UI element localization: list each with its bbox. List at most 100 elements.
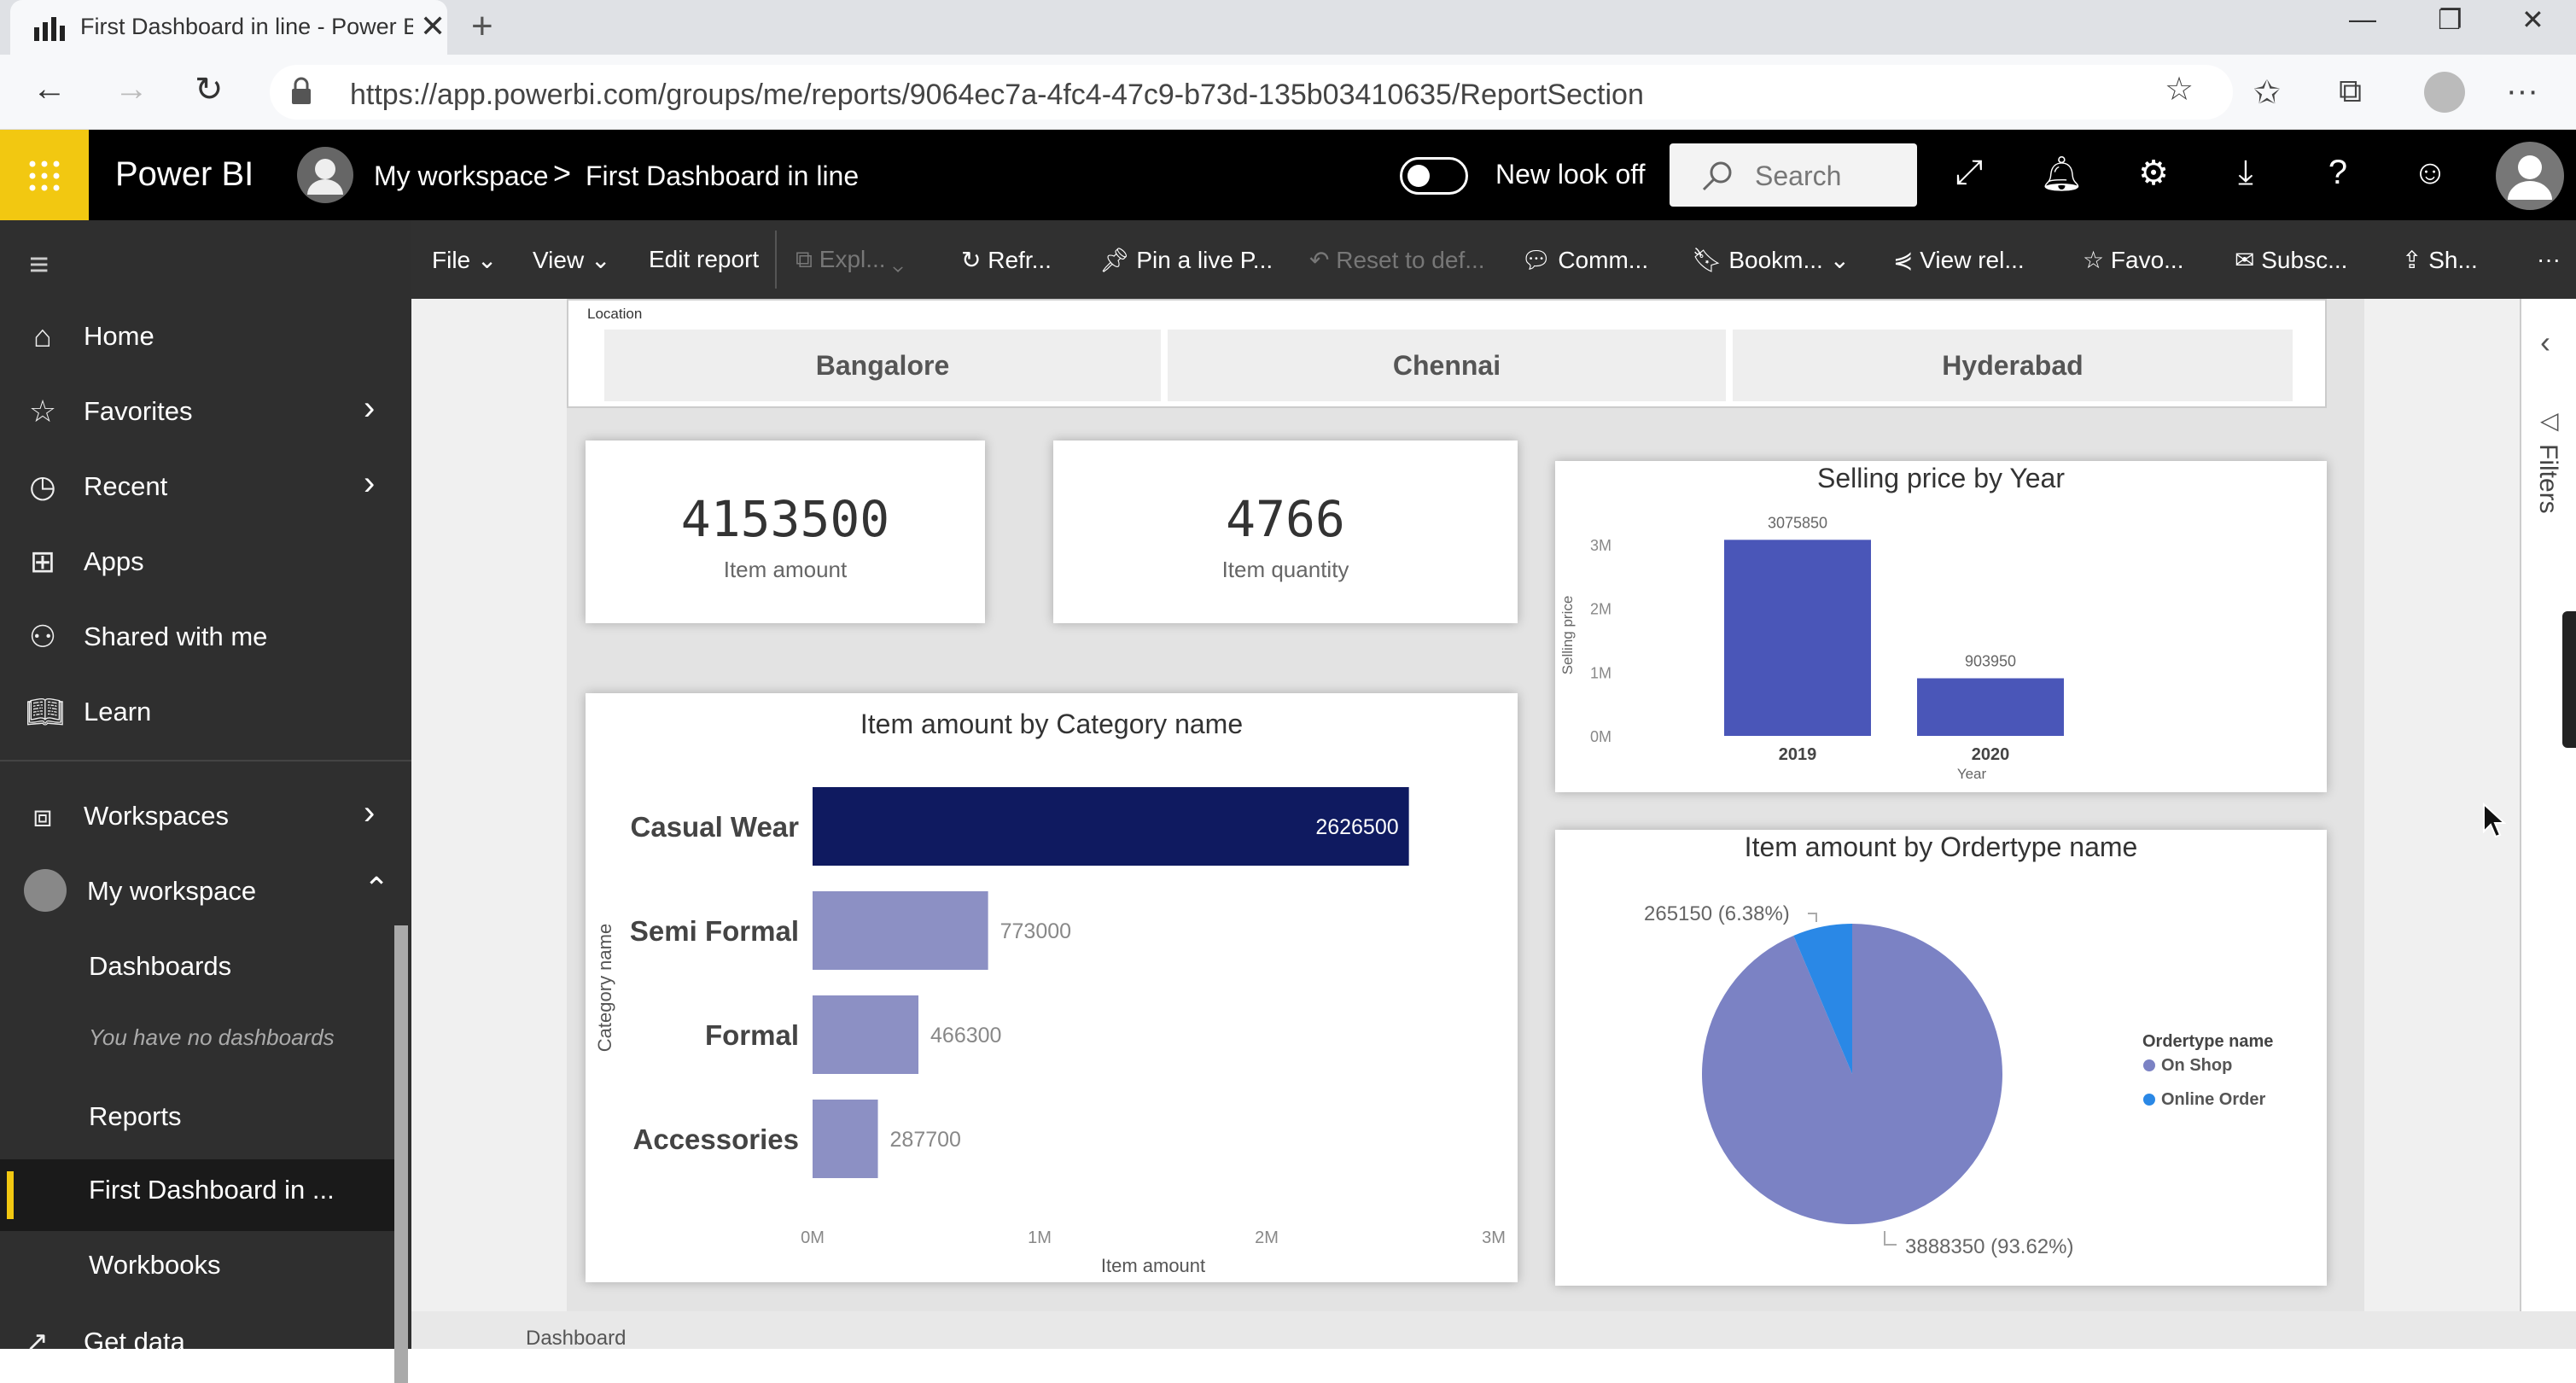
nav-item-apps[interactable]: ⊞ Apps — [0, 524, 411, 598]
pin-live-page-button[interactable]: 📌︎ Pin a live P... — [1099, 246, 1273, 274]
kpi-value: 4153500 — [680, 490, 890, 548]
new-tab-icon[interactable]: + — [471, 5, 493, 48]
feedback-smiley-icon[interactable]: ☺ — [2409, 154, 2451, 192]
refresh-label: Refr... — [988, 247, 1052, 273]
nav-sub-workbooks[interactable]: Workbooks — [89, 1250, 221, 1281]
expand-icon[interactable]: ⤢ — [1948, 154, 1990, 192]
refresh-button[interactable]: ↻ Refr... — [961, 246, 1052, 274]
slicer-option-bangalore[interactable]: Bangalore — [604, 330, 1161, 401]
slicer-option-chennai[interactable]: Chennai — [1168, 330, 1726, 401]
profile-icon[interactable] — [2424, 72, 2465, 113]
command-bar: File ⌄ View ⌄ Edit report ⧉ Expl... ⌄ ↻ … — [411, 220, 2576, 299]
ordertype-pie-chart[interactable]: Item amount by Ordertype name 265150 (6.… — [1555, 830, 2327, 1286]
restore-icon[interactable]: ❐ — [2438, 3, 2462, 36]
legend-title: Ordertype name — [2142, 1032, 2273, 1051]
side-tab-handle[interactable] — [2562, 611, 2576, 748]
address-bar[interactable]: https://app.powerbi.com/groups/me/report… — [270, 65, 2233, 120]
page-tab-dashboard[interactable]: Dashboard — [526, 1327, 626, 1351]
app-launcher-icon[interactable] — [0, 130, 89, 220]
nav-label: Recent — [84, 471, 168, 501]
leader-line — [1808, 913, 1817, 922]
chevron-right-icon[interactable]: › — [364, 464, 375, 503]
filters-pane[interactable]: ‹ ◁ Filters — [2520, 299, 2576, 1311]
nav-item-shared[interactable]: ⚇ Shared with me — [0, 599, 411, 673]
nav-sub-dashboards[interactable]: Dashboards — [89, 951, 231, 982]
minimize-icon[interactable]: — — [2349, 3, 2376, 35]
chevron-right-icon[interactable]: › — [364, 794, 375, 832]
user-avatar[interactable] — [2496, 142, 2564, 210]
collections-icon[interactable]: ⧉ — [2339, 73, 2362, 110]
bar — [813, 891, 988, 970]
slice-label: 3888350 (93.62%) — [1905, 1235, 2073, 1258]
notifications-icon[interactable]: 🔔︎ — [2040, 154, 2084, 194]
nav-item-my-workspace[interactable]: My workspace ⌃ — [0, 854, 411, 927]
file-menu[interactable]: File ⌄ — [432, 246, 497, 274]
x-tick-label: 2019 — [1779, 745, 1817, 764]
data-label: 903950 — [1965, 653, 2016, 670]
kpi-card-item-amount[interactable]: 4153500 Item amount — [586, 441, 985, 623]
more-options-icon[interactable]: ··· — [2537, 246, 2561, 273]
year-bar-chart[interactable]: Selling price by Year 0M 1M 2M 3M 3075850 201… — [1555, 461, 2327, 792]
nav-item-recent[interactable]: ◷ Recent › — [0, 449, 411, 522]
edit-report-button[interactable]: Edit report — [649, 246, 759, 273]
new-look-toggle[interactable] — [1400, 157, 1468, 195]
reload-icon[interactable]: ↻ — [195, 70, 224, 109]
search-icon — [1702, 161, 1732, 191]
forward-icon[interactable]: → — [114, 70, 149, 108]
back-icon[interactable]: ← — [32, 70, 67, 108]
breadcrumb-workspace[interactable]: My workspace — [374, 160, 549, 192]
download-icon[interactable]: ⤓ — [2224, 154, 2267, 192]
browser-tab-title: First Dashboard in line - Power B — [80, 14, 413, 39]
book-icon: 📖︎ — [26, 694, 65, 729]
comments-button[interactable]: 💬︎ Comm... — [1521, 246, 1648, 274]
chevron-up-icon[interactable]: ⌃ — [364, 871, 389, 907]
nav-get-data[interactable]: Get data — [84, 1327, 185, 1357]
reset-default-button[interactable]: ↶ Reset to def... — [1309, 246, 1485, 274]
y-tick-label: 3M — [1590, 537, 1611, 554]
bookmarks-button[interactable]: 🔖︎ Bookm... ⌄ — [1692, 246, 1850, 274]
shared-people-icon: ⚇ — [28, 619, 57, 654]
browser-tab[interactable]: First Dashboard in line - Power B ✕ — [10, 0, 447, 55]
share-button[interactable]: ⇪ Sh... — [2402, 246, 2478, 274]
view-menu[interactable]: View ⌄ — [533, 246, 610, 274]
brand-title[interactable]: Power BI — [115, 155, 254, 194]
home-icon: ⌂ — [33, 318, 52, 353]
category-tick-label: Formal — [705, 1019, 799, 1051]
filters-label[interactable]: Filters — [2533, 444, 2562, 514]
y-tick-label: 2M — [1590, 601, 1611, 618]
nav-item-learn[interactable]: 📖︎ Learn — [0, 674, 411, 748]
bookmark-star-icon[interactable]: ☆ — [2165, 70, 2194, 108]
x-axis-label: Item amount — [1101, 1255, 1205, 1276]
nav-scrollbar[interactable] — [394, 925, 408, 1383]
nav-label: My workspace — [87, 876, 257, 906]
explore-button[interactable]: ⧉ Expl... ⌄ — [796, 246, 904, 274]
kpi-card-item-quantity[interactable]: 4766 Item quantity — [1053, 441, 1518, 623]
nav-item-home[interactable]: ⌂ Home — [0, 299, 411, 372]
view-related-button[interactable]: ⋞ View rel... — [1893, 246, 2025, 274]
share-label: Sh... — [2428, 247, 2478, 273]
nav-selected-report[interactable]: First Dashboard in ... — [0, 1159, 396, 1231]
browser-menu-icon[interactable]: ··· — [2506, 73, 2538, 110]
y-tick-label: 0M — [1590, 728, 1611, 745]
nav-sub-reports[interactable]: Reports — [89, 1101, 182, 1132]
my-workspace-avatar — [24, 869, 67, 912]
close-tab-icon[interactable]: ✕ — [420, 9, 446, 44]
category-bar-chart[interactable]: Item amount by Category name Casual Wear… — [586, 693, 1518, 1282]
collapse-chevron-icon[interactable]: ‹ — [2540, 324, 2550, 360]
mouse-cursor-icon — [2483, 802, 2506, 838]
kpi-label: Item amount — [723, 557, 848, 582]
chevron-right-icon[interactable]: › — [364, 389, 375, 428]
slicer-option-hyderabad[interactable]: Hyderabad — [1733, 330, 2293, 401]
search-input[interactable]: Search — [1670, 143, 1917, 207]
settings-gear-icon[interactable]: ⚙ — [2132, 154, 2175, 193]
window-close-icon[interactable]: ✕ — [2521, 3, 2544, 36]
subscribe-button[interactable]: ✉ Subsc... — [2235, 246, 2347, 274]
nav-item-workspaces[interactable]: ⧈ Workspaces › — [0, 779, 411, 852]
breadcrumb-report[interactable]: First Dashboard in line — [586, 160, 859, 192]
favorite-button[interactable]: ☆ Favo... — [2083, 246, 2183, 274]
hamburger-menu-icon[interactable]: ≡ — [29, 246, 49, 284]
nav-label: Workspaces — [84, 801, 229, 831]
nav-item-favorites[interactable]: ☆ Favorites › — [0, 374, 411, 447]
favorites-icon[interactable]: ✩ — [2253, 73, 2281, 112]
help-icon[interactable]: ? — [2317, 154, 2359, 192]
